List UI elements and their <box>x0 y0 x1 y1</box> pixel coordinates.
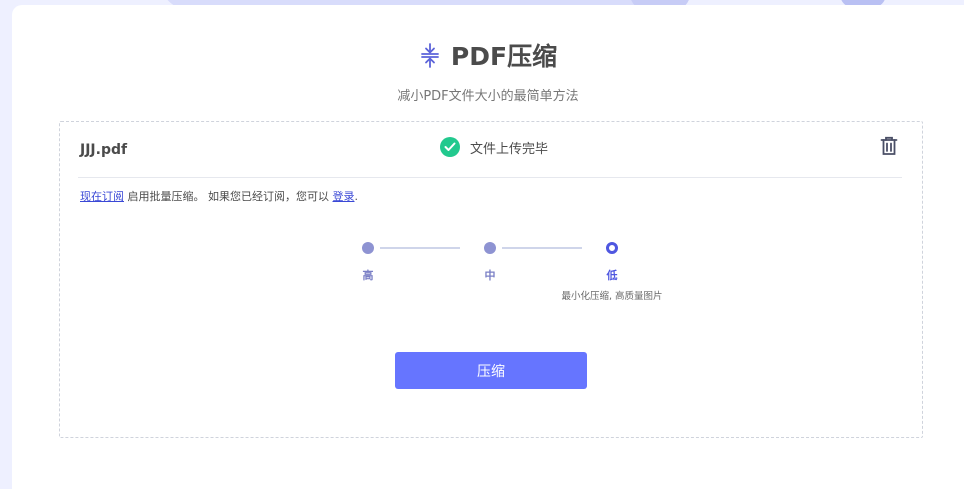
level-connector <box>502 247 582 249</box>
subscription-notice: 现在订阅 启用批量压缩。 如果您已经订阅，您可以 登录. <box>80 188 358 204</box>
trash-icon[interactable] <box>880 136 898 156</box>
level-medium-dot[interactable] <box>484 242 496 254</box>
notice-text: 启用批量压缩。 如果您已经订阅，您可以 <box>127 190 330 203</box>
file-panel: JJJ.pdf 文件上传完毕 现在订阅 启用批量压缩。 如果您已经订阅，您可以 … <box>59 121 923 438</box>
level-low-label[interactable]: 低 <box>597 267 627 283</box>
page-subtitle: 减小PDF文件大小的最简单方法 <box>397 89 579 104</box>
compress-icon <box>419 42 441 68</box>
level-high-dot[interactable] <box>362 242 374 254</box>
subscribe-link[interactable]: 现在订阅 <box>80 190 124 203</box>
title-row: PDF压缩 <box>12 37 964 73</box>
login-link[interactable]: 登录 <box>333 190 355 203</box>
main-card: PDF压缩 减小PDF文件大小的最简单方法 JJJ.pdf 文件上传完毕 现在订… <box>12 5 964 489</box>
check-circle-icon <box>440 137 460 157</box>
compression-level-selector: 高 中 低 最小化压缩, 高质量图片 <box>350 237 663 307</box>
level-description: 最小化压缩, 高质量图片 <box>561 291 663 302</box>
level-medium-label[interactable]: 中 <box>475 267 505 283</box>
upload-status: 文件上传完毕 <box>440 137 548 157</box>
compress-button[interactable]: 压缩 <box>395 352 587 389</box>
file-name: JJJ.pdf <box>80 142 128 158</box>
file-row: JJJ.pdf 文件上传完毕 <box>78 122 902 178</box>
page-title: PDF压缩 <box>450 42 558 71</box>
upload-status-text: 文件上传完毕 <box>470 141 549 157</box>
page-header: PDF压缩 减小PDF文件大小的最简单方法 <box>12 37 964 104</box>
level-connector <box>380 247 460 249</box>
notice-period: . <box>354 190 359 203</box>
level-high-label[interactable]: 高 <box>353 267 383 283</box>
level-low-dot[interactable] <box>606 242 618 254</box>
